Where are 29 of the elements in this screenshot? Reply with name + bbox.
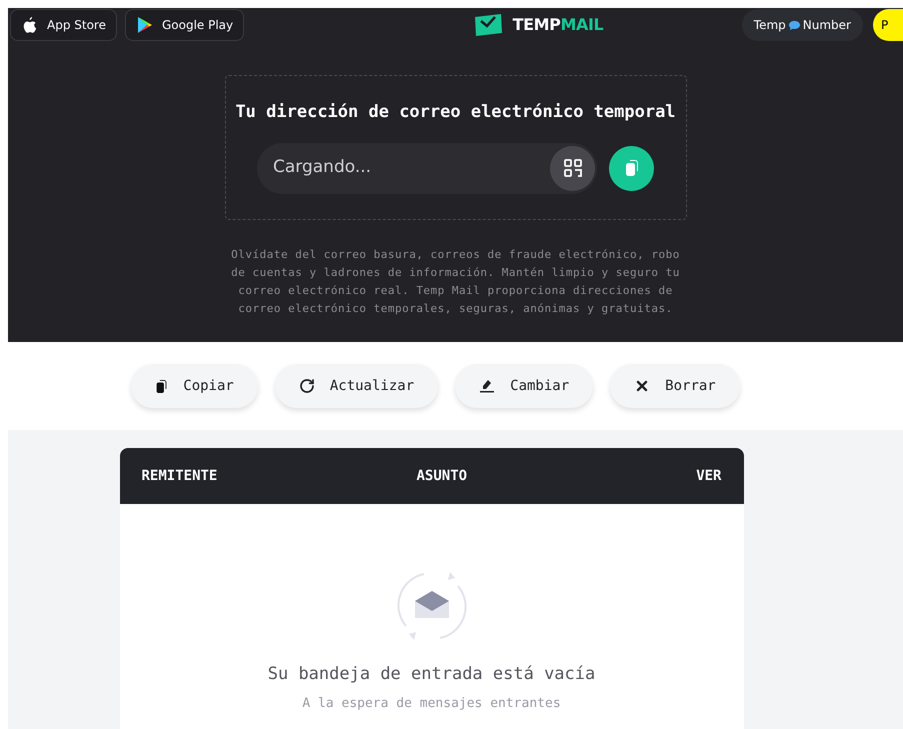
copy-button[interactable] bbox=[609, 146, 654, 190]
column-header: ASUNTO bbox=[416, 466, 468, 486]
pen-icon bbox=[479, 378, 496, 394]
action-button[interactable]: Copiar bbox=[131, 364, 258, 408]
store-link[interactable]: App Store bbox=[10, 9, 117, 41]
profile-button[interactable]: P bbox=[872, 9, 903, 41]
chat-bubble-icon bbox=[788, 20, 801, 30]
column-header: VER bbox=[696, 466, 722, 486]
action-button[interactable]: Cambiar bbox=[455, 364, 594, 408]
empty-subtitle: A la espera de mensajes entrantes bbox=[302, 694, 561, 712]
logo[interactable]: TEMPMAIL bbox=[472, 13, 604, 37]
qr-code-button[interactable] bbox=[550, 146, 595, 190]
apple-icon bbox=[21, 16, 37, 34]
play-store-icon bbox=[136, 16, 152, 34]
logo-text: TEMPMAIL bbox=[512, 14, 604, 36]
address-bar[interactable]: Cargando... bbox=[257, 142, 597, 194]
number-button[interactable]: Temp Number bbox=[742, 9, 863, 41]
copy-icon bbox=[155, 378, 168, 394]
action-button[interactable]: Actualizar bbox=[274, 364, 438, 408]
refresh-icon bbox=[298, 378, 315, 394]
qr-code-icon bbox=[562, 158, 582, 178]
email-field[interactable]: Cargando... bbox=[273, 155, 523, 181]
empty-title: Su bandeja de entrada está vacía bbox=[268, 663, 596, 686]
panel-title: Tu dirección de correo electrónico temporal bbox=[235, 101, 676, 124]
store-link[interactable]: Google Play bbox=[124, 9, 244, 41]
action-button[interactable]: Borrar bbox=[610, 364, 740, 408]
description: Olvídate del correo basura, correos de fraude electrónico, robo de cuentas y ladrones de información. Mantén limpio y seguro tu correo electrónico real. Temp Mail proporciona direcciones de correo electrónico temporales, seguras, anónimas y gratuitas. bbox=[230, 247, 681, 317]
copy-icon bbox=[624, 159, 640, 177]
column-header: REMITENTE bbox=[142, 466, 218, 486]
